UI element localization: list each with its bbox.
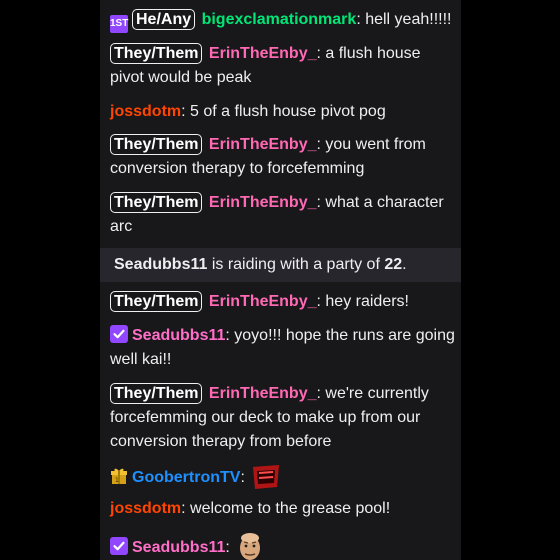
chat-username[interactable]: ErinTheEnby_ — [209, 194, 317, 211]
chat-text: : hey raiders! — [316, 293, 409, 310]
chat-username[interactable]: jossdotm — [110, 500, 181, 517]
chat-username[interactable]: Seadubbs11 — [132, 539, 225, 556]
raid-emote-icon — [249, 463, 283, 491]
chat-username[interactable]: Seadubbs11 — [132, 327, 225, 344]
pronoun-badge: They/Them — [110, 192, 203, 213]
chat-panel: 1ST He/Any bigexclamationmark: hell yeah!… — [100, 0, 461, 560]
chat-username[interactable]: ErinTheEnby_ — [209, 293, 317, 310]
raid-notice: Seadubbs11 is raiding with a party of 22… — [100, 248, 461, 282]
chat-message: They/Them ErinTheEnby_: we're currently … — [110, 382, 455, 454]
chat-username[interactable]: ErinTheEnby_ — [209, 45, 317, 62]
chat-message: 1ST He/Any bigexclamationmark: hell yeah!… — [110, 8, 455, 33]
chat-message: They/Them ErinTheEnby_: you went from co… — [110, 133, 455, 181]
pronoun-badge: He/Any — [132, 9, 196, 30]
chat-message: Seadubbs11: — [110, 530, 455, 560]
chat-username[interactable]: GoobertronTV — [132, 469, 240, 486]
face-emote-icon — [234, 530, 266, 560]
pronoun-badge: They/Them — [110, 383, 203, 404]
chat-username[interactable]: ErinTheEnby_ — [209, 385, 317, 402]
chat-text: : — [225, 539, 230, 556]
chat-message: jossdotm: 5 of a flush house pivot pog — [110, 100, 455, 124]
chat-message: They/Them ErinTheEnby_: what a character… — [110, 191, 455, 239]
raid-count: 22 — [384, 256, 403, 273]
pronoun-badge: They/Them — [110, 43, 203, 64]
svg-text:1: 1 — [115, 477, 119, 484]
chat-text: : — [240, 469, 245, 486]
subscriber-badge-icon: 1ST — [110, 15, 128, 33]
verified-check-icon — [110, 537, 128, 555]
chat-message: 1 GoobertronTV: — [110, 463, 455, 491]
pronoun-badge: They/Them — [110, 291, 203, 312]
chat-username[interactable]: jossdotm — [110, 103, 181, 120]
chat-username[interactable]: ErinTheEnby_ — [209, 136, 317, 153]
pronoun-badge: They/Them — [110, 134, 203, 155]
chat-text: : welcome to the grease pool! — [181, 500, 391, 517]
chat-message: They/Them ErinTheEnby_: a flush house pi… — [110, 42, 455, 90]
raid-text: is raiding with a party of — [207, 256, 385, 273]
chat-message: They/Them ErinTheEnby_: hey raiders! — [110, 290, 455, 314]
chat-username[interactable]: bigexclamationmark — [202, 11, 357, 28]
chat-text: : 5 of a flush house pivot pog — [181, 103, 386, 120]
chat-text: : hell yeah!!!!! — [356, 11, 452, 28]
verified-check-icon — [110, 325, 128, 343]
raid-text-end: . — [402, 256, 407, 273]
chat-message: Seadubbs11: yoyo!!! hope the runs are go… — [110, 324, 455, 372]
chat-message: jossdotm: welcome to the grease pool! — [110, 497, 455, 521]
raid-username[interactable]: Seadubbs11 — [114, 256, 207, 273]
gift-icon: 1 — [110, 467, 128, 485]
